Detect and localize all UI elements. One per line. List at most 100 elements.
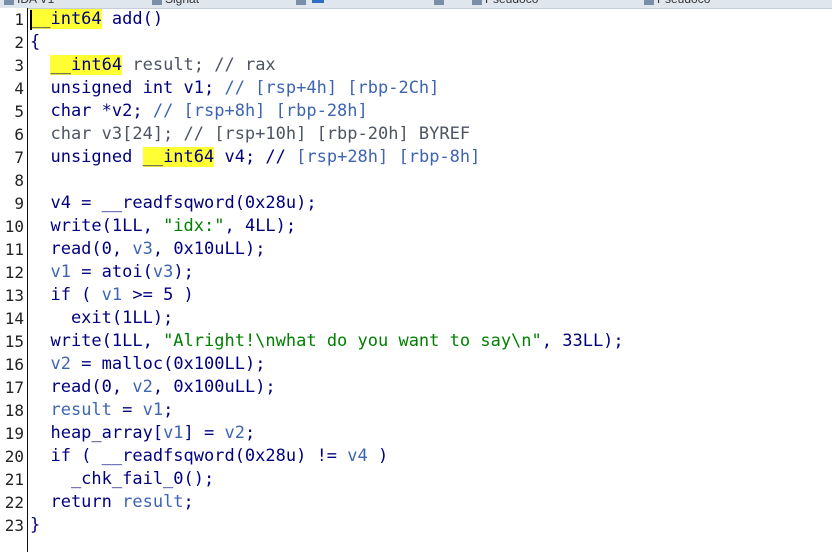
text-cursor xyxy=(30,10,32,30)
line-number-gutter: 1 2 3 4 5 6 7 8 9 10 11 12 13 14 15 16 17 18 19 20 21 22 23 xyxy=(0,8,28,552)
tab-icon xyxy=(4,0,14,5)
code-token: { xyxy=(30,32,41,52)
code-token: , 33LL); xyxy=(541,331,624,351)
tab-label: Pseudoco xyxy=(657,0,710,6)
code-line[interactable]: char *v2; // [rsp+8h] [rbp-28h] xyxy=(30,100,368,123)
tab-icon xyxy=(644,0,654,5)
code-line[interactable]: write(1LL, "Alright!\nwhat do you want t… xyxy=(30,330,624,353)
line-number: 11 xyxy=(4,240,24,259)
code-token: = xyxy=(111,400,143,420)
line-number: 2 xyxy=(14,33,24,52)
code-token: char v3[24]; // [rsp+10h] [rbp-20h] BYRE… xyxy=(30,124,471,144)
tab-5[interactable]: Pseudoco xyxy=(644,0,710,7)
line-number: 5 xyxy=(14,102,24,121)
code-token: if ( __readfsqword(0x28u) != xyxy=(30,446,348,466)
code-line[interactable]: v2 = malloc(0x100LL); xyxy=(30,353,265,376)
line-number: 9 xyxy=(14,194,24,213)
variable-token[interactable]: v3 xyxy=(153,262,173,282)
variable-token[interactable]: result xyxy=(122,492,183,512)
variable-token[interactable]: v2 xyxy=(50,354,70,374)
code-line[interactable]: heap_array[v1] = v2; xyxy=(30,422,255,445)
code-line[interactable]: } xyxy=(30,514,40,537)
line-number: 17 xyxy=(4,378,24,397)
code-line[interactable]: if ( __readfsqword(0x28u) != v4 ) xyxy=(30,445,388,468)
code-token: result; // rax xyxy=(122,55,276,75)
code-token: ; xyxy=(183,492,194,512)
line-number: 14 xyxy=(4,309,24,328)
code-token: read(0, xyxy=(30,239,133,259)
code-line[interactable]: result = v1; xyxy=(30,399,173,422)
code-line[interactable]: v4 = __readfsqword(0x28u); xyxy=(30,192,316,215)
code-token: _chk_fail_0(); xyxy=(30,469,215,489)
variable-token[interactable]: v1 xyxy=(50,262,70,282)
active-tab-indicator xyxy=(312,0,324,3)
line-number: 8 xyxy=(14,171,24,190)
code-line[interactable]: { xyxy=(30,31,40,54)
variable-token[interactable]: v1 xyxy=(102,285,122,305)
code-line[interactable]: if ( v1 >= 5 ) xyxy=(30,284,193,307)
code-line[interactable]: write(1LL, "idx:", 4LL); xyxy=(30,215,296,238)
tab-2[interactable] xyxy=(296,0,309,7)
code-line[interactable]: char v3[24]; // [rsp+10h] [rbp-20h] BYRE… xyxy=(30,123,470,146)
highlighted-token[interactable]: __int64 xyxy=(50,55,123,75)
highlighted-token[interactable]: __int64 xyxy=(142,147,215,167)
code-line[interactable]: v1 = atoi(v3); xyxy=(30,261,193,284)
variable-token[interactable]: v1 xyxy=(143,400,163,420)
highlighted-token[interactable]: __int64 xyxy=(30,9,102,29)
tab-icon xyxy=(152,0,162,5)
code-token: add() xyxy=(101,9,164,29)
code-token: exit(1LL); xyxy=(30,308,174,328)
variable-token[interactable]: v3 xyxy=(132,239,152,259)
code-token: unsigned int v1; xyxy=(30,78,225,98)
code-line[interactable]: return result; xyxy=(30,491,194,514)
variable-token[interactable]: v2 xyxy=(225,423,245,443)
tab-label: Signat xyxy=(165,0,199,6)
code-token: char *v2; xyxy=(30,101,153,121)
tab-icon xyxy=(296,0,306,5)
line-number: 7 xyxy=(14,148,24,167)
code-line[interactable]: __int64 add() xyxy=(30,8,163,31)
code-line[interactable]: read(0, v2, 0x100uLL); xyxy=(30,376,275,399)
code-token: if ( xyxy=(30,285,102,305)
code-token: read(0, xyxy=(30,377,133,397)
string-literal: "Alright!\nwhat do you want to say\n" xyxy=(163,331,542,351)
code-line[interactable]: exit(1LL); xyxy=(30,307,173,330)
tab-0[interactable]: IDA V1 xyxy=(4,0,54,7)
line-number: 15 xyxy=(4,332,24,351)
variable-token[interactable]: v4 xyxy=(347,446,367,466)
code-token: return xyxy=(30,492,123,512)
variable-token[interactable]: result xyxy=(50,400,111,420)
code-token: ] = xyxy=(183,423,225,443)
line-number: 22 xyxy=(4,493,24,512)
code-line[interactable]: read(0, v3, 0x10uLL); xyxy=(30,238,265,261)
tab-3[interactable] xyxy=(434,0,447,7)
line-number: 10 xyxy=(4,217,24,236)
code-token: , 0x10uLL); xyxy=(152,239,266,259)
code-token: heap_array[ xyxy=(30,423,164,443)
line-number: 21 xyxy=(4,470,24,489)
code-line[interactable]: unsigned __int64 v4; // [rsp+28h] [rbp-8… xyxy=(30,146,480,169)
code-token: // [rsp+8h] [rbp-28h] xyxy=(152,101,368,121)
code-token: ) xyxy=(367,446,389,466)
tab-1[interactable]: Signat xyxy=(152,0,199,7)
code-line[interactable]: unsigned int v1; // [rsp+4h] [rbp-2Ch] xyxy=(30,77,439,100)
code-token: write(1LL, xyxy=(30,331,164,351)
tab-4[interactable]: Pseudoco xyxy=(472,0,538,7)
tab-icon xyxy=(434,0,444,5)
variable-token[interactable]: v1 xyxy=(163,423,183,443)
line-number: 1 xyxy=(14,10,24,29)
code-token: unsigned xyxy=(30,147,143,167)
string-literal: "idx:" xyxy=(163,216,225,236)
line-number: 12 xyxy=(4,263,24,282)
pseudocode-view[interactable]: __int64 add(){ __int64 result; // rax un… xyxy=(30,8,832,552)
code-token: [rsp+28h] [rbp-8h] xyxy=(296,147,481,167)
tab-label: Pseudoco xyxy=(485,0,538,6)
code-line[interactable]: __int64 result; // rax xyxy=(30,54,276,77)
code-line[interactable]: _chk_fail_0(); xyxy=(30,468,214,491)
code-token: ; xyxy=(244,423,256,443)
variable-token[interactable]: v2 xyxy=(132,377,152,397)
